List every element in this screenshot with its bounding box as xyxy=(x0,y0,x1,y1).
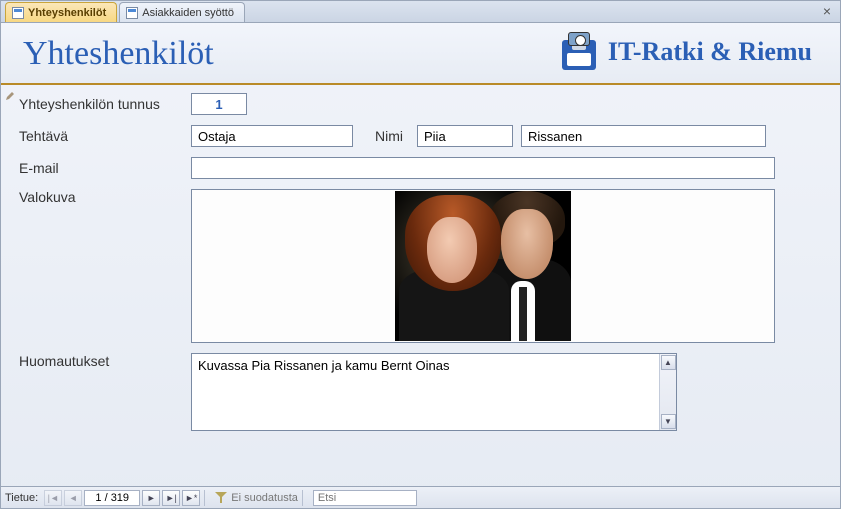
next-icon: ► xyxy=(147,493,156,503)
filter-text: Ei suodatusta xyxy=(231,492,298,504)
tab-yhteyshenkilot[interactable]: Yhteyshenkilöt xyxy=(5,2,117,22)
form-header: Yhteshenkilöt IT-Ratki & Riemu xyxy=(1,23,840,85)
label-name: Nimi xyxy=(353,128,409,144)
role-field[interactable] xyxy=(191,125,353,147)
tab-asiakkaiden-syotto[interactable]: Asiakkaiden syöttö xyxy=(119,2,245,22)
photo-frame[interactable] xyxy=(191,189,775,343)
prev-icon: ◄ xyxy=(69,493,78,503)
separator xyxy=(302,490,303,506)
id-field[interactable] xyxy=(191,93,247,115)
notes-field-wrap: ▲ ▼ xyxy=(191,353,677,431)
page-title: Yhteshenkilöt xyxy=(23,27,214,77)
record-navigator: Tietue: |◄ ◄ ► ►| ►* Ei suodatusta xyxy=(1,486,840,508)
form-body: Yhteyshenkilön tunnus Tehtävä Nimi E-mai… xyxy=(1,85,840,486)
nav-prev-button[interactable]: ◄ xyxy=(64,490,82,506)
form-icon xyxy=(12,7,24,19)
record-position-field[interactable] xyxy=(84,490,140,506)
tab-label: Yhteyshenkilöt xyxy=(28,7,106,19)
label-photo: Valokuva xyxy=(19,189,191,205)
contact-photo xyxy=(395,191,571,341)
nav-new-button[interactable]: ►* xyxy=(182,490,200,506)
funnel-icon xyxy=(215,492,227,504)
tab-label: Asiakkaiden syöttö xyxy=(142,7,234,19)
nav-next-button[interactable]: ► xyxy=(142,490,160,506)
scroll-down-icon[interactable]: ▼ xyxy=(661,414,676,429)
last-icon: ►| xyxy=(166,493,177,503)
first-icon: |◄ xyxy=(48,493,59,503)
floppy-camera-icon xyxy=(560,34,598,70)
filter-status[interactable]: Ei suodatusta xyxy=(215,492,298,504)
label-email: E-mail xyxy=(19,160,191,176)
tab-bar: Yhteyshenkilöt Asiakkaiden syöttö × xyxy=(1,1,840,23)
form-icon xyxy=(126,7,138,19)
edit-indicator-icon xyxy=(5,91,15,101)
label-id: Yhteyshenkilön tunnus xyxy=(19,96,191,112)
notes-scrollbar[interactable]: ▲ ▼ xyxy=(659,354,676,430)
brand-text: IT-Ratki & Riemu xyxy=(608,37,812,67)
new-record-icon: ►* xyxy=(185,493,197,503)
notes-field[interactable] xyxy=(192,354,659,430)
scroll-up-icon[interactable]: ▲ xyxy=(661,355,676,370)
label-role: Tehtävä xyxy=(19,128,191,144)
separator xyxy=(204,490,205,506)
email-field[interactable] xyxy=(191,157,775,179)
last-name-field[interactable] xyxy=(521,125,766,147)
nav-last-button[interactable]: ►| xyxy=(162,490,180,506)
form-window: Yhteyshenkilöt Asiakkaiden syöttö × Yhte… xyxy=(0,0,841,509)
label-notes: Huomautukset xyxy=(19,353,191,369)
record-label: Tietue: xyxy=(5,492,42,504)
nav-first-button[interactable]: |◄ xyxy=(44,490,62,506)
brand: IT-Ratki & Riemu xyxy=(560,34,812,70)
search-input[interactable] xyxy=(313,490,417,506)
first-name-field[interactable] xyxy=(417,125,513,147)
close-icon[interactable]: × xyxy=(820,4,834,18)
